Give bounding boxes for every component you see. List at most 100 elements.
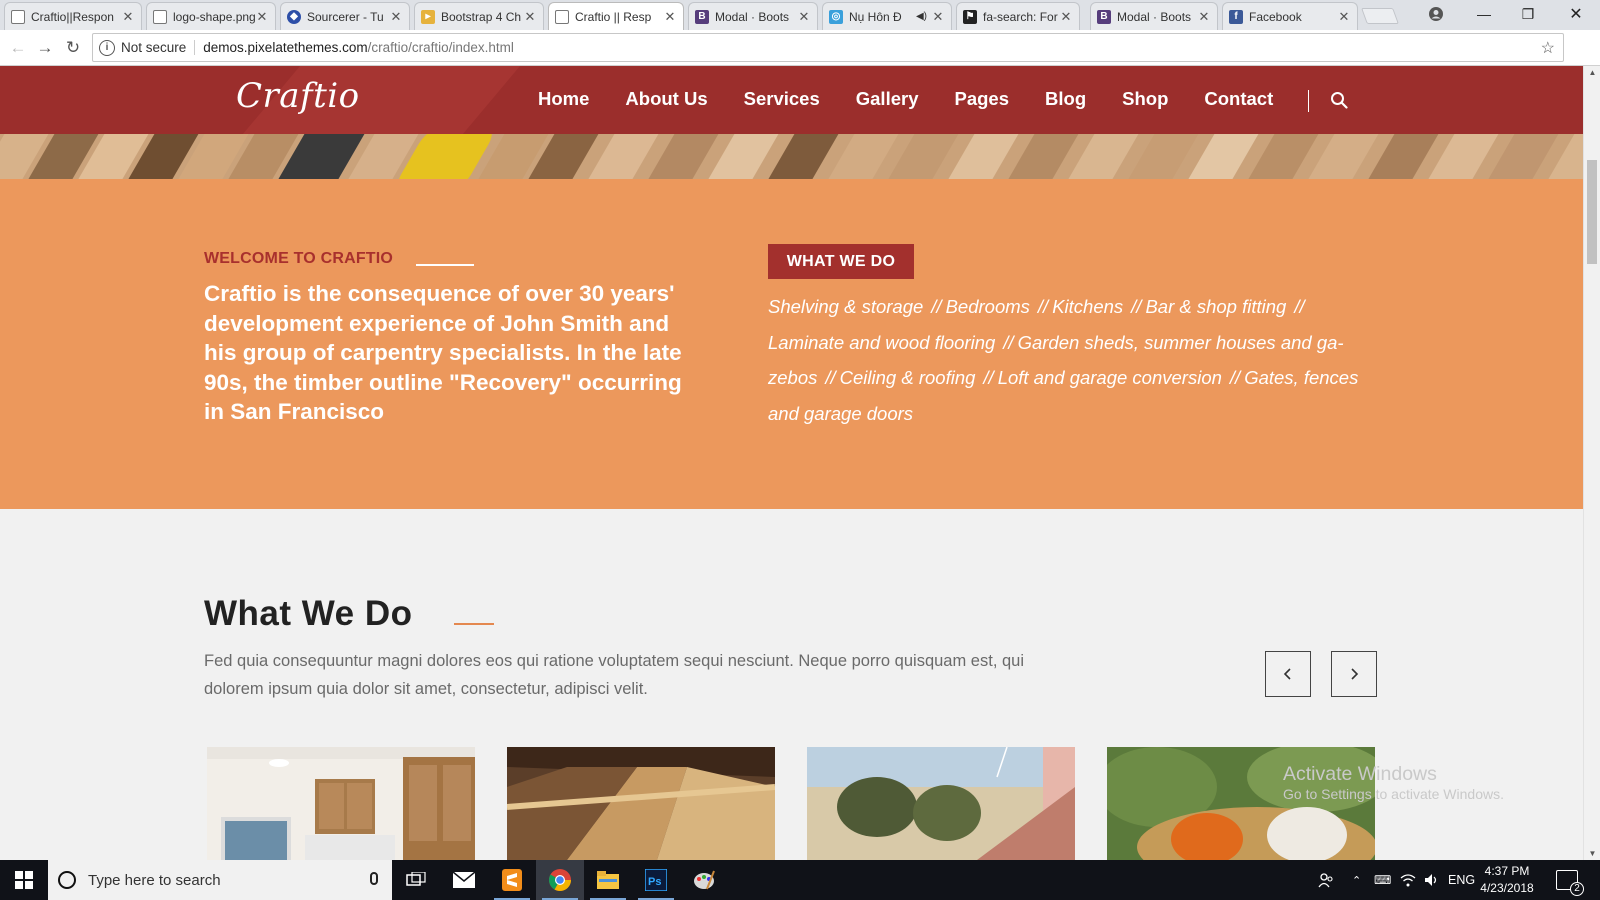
nav-blog[interactable]: Blog (1045, 88, 1086, 110)
close-tab-icon[interactable]: ✕ (523, 9, 537, 25)
close-tab-icon[interactable]: ✕ (1197, 9, 1211, 25)
bootstrap-icon: ▸ (421, 9, 435, 24)
scroll-down-icon[interactable]: ▼ (1584, 849, 1600, 858)
address-bar[interactable]: i Not secure demos.pixelatethemes.com /c… (92, 33, 1564, 62)
nav-gallery[interactable]: Gallery (856, 88, 919, 110)
chrome-icon[interactable] (536, 860, 584, 900)
task-view-icon[interactable] (392, 860, 440, 900)
carousel-next-button[interactable] (1331, 651, 1377, 697)
browser-tab-active[interactable]: Craftio || Resp ✕ (548, 2, 684, 30)
close-tab-icon[interactable]: ✕ (663, 9, 677, 25)
taskbar-search[interactable]: Type here to search (48, 860, 392, 900)
notification-count: 2 (1570, 882, 1584, 896)
separator: // (825, 367, 836, 388)
chevron-left-icon (1283, 668, 1291, 680)
separator: // (1131, 296, 1142, 317)
speaker-icon[interactable]: ◀) (916, 11, 927, 22)
site-logo[interactable]: Craftio (236, 76, 360, 116)
close-tab-icon[interactable]: ✕ (255, 9, 269, 25)
page-scrollbar[interactable]: ▲ ▼ (1583, 66, 1600, 860)
browser-tab[interactable]: ◆ Sourcerer - Tu ✕ (280, 2, 410, 30)
nav-shop[interactable]: Shop (1122, 88, 1168, 110)
zing-icon: ◎ (829, 9, 843, 24)
forward-icon[interactable]: → (33, 36, 57, 60)
nav-about-us[interactable]: About Us (625, 88, 707, 110)
section-description: Fed quia consequuntur magni dolores eos … (204, 652, 1025, 698)
service-item: Bar & shop fitting (1145, 296, 1287, 317)
nav-pages[interactable]: Pages (955, 88, 1010, 110)
scrollbar-thumb[interactable] (1587, 160, 1597, 264)
service-card-kitchen[interactable] (207, 747, 475, 860)
scroll-up-icon[interactable]: ▲ (1584, 68, 1600, 77)
section-title: What We Do (204, 594, 413, 633)
close-tab-icon[interactable]: ✕ (931, 9, 945, 25)
sublime-text-icon[interactable] (488, 860, 536, 900)
service-item: Laminate and wood flooring (768, 331, 996, 353)
profile-icon[interactable] (1416, 0, 1456, 28)
page-viewport: Craftio Home About Us Services Gallery P… (0, 66, 1583, 860)
bookmark-star-icon[interactable]: ☆ (1541, 38, 1555, 58)
clock-date: 4/23/2018 (1480, 881, 1534, 895)
browser-tab[interactable]: logo-shape.png ✕ (146, 2, 276, 30)
browser-tab[interactable]: ⚑ fa-search: For ✕ (956, 2, 1080, 30)
separator: // (1229, 367, 1241, 388)
photoshop-icon[interactable]: Ps (632, 860, 680, 900)
reload-icon[interactable]: ↻ (61, 36, 85, 60)
browser-tab[interactable]: ▸ Bootstrap 4 Ch ✕ (414, 2, 544, 30)
service-item: Kitchens (1052, 296, 1124, 317)
action-center-icon[interactable]: 2 (1556, 870, 1584, 896)
bootstrap-icon: B (1097, 9, 1111, 24)
close-tab-icon[interactable]: ✕ (121, 9, 135, 25)
nav-home[interactable]: Home (538, 88, 589, 110)
tab-title: Nụ Hôn Đ (849, 9, 902, 24)
paint-icon[interactable] (680, 860, 728, 900)
tab-title: Craftio||Respon (31, 9, 114, 24)
separator: // (983, 367, 994, 388)
carousel-prev-button[interactable] (1265, 651, 1311, 697)
chevron-right-icon (1351, 668, 1359, 680)
service-card-ceiling[interactable] (507, 747, 775, 860)
file-explorer-icon[interactable] (584, 860, 632, 900)
service-card-garden[interactable] (807, 747, 1075, 860)
close-tab-icon[interactable]: ✕ (1337, 9, 1351, 25)
browser-tab[interactable]: f Facebook ✕ (1222, 2, 1358, 30)
browser-tab[interactable]: ◎ Nụ Hôn Đ ◀) ✕ (822, 2, 952, 30)
tab-title: Modal · Boots (715, 9, 790, 24)
separator: // (931, 296, 942, 317)
input-method-icon[interactable]: ⌨ (1374, 860, 1391, 900)
url-domain: demos.pixelatethemes.com (203, 40, 368, 55)
close-tab-icon[interactable]: ✕ (797, 9, 811, 25)
language-indicator[interactable]: ENG (1448, 860, 1475, 900)
activate-windows-subtitle: Go to Settings to activate Windows. (1283, 786, 1504, 802)
back-icon[interactable]: ← (6, 36, 30, 60)
info-icon[interactable]: i (99, 39, 115, 56)
site-header: Craftio Home About Us Services Gallery P… (0, 66, 1583, 134)
close-tab-icon[interactable]: ✕ (1059, 9, 1073, 25)
people-icon[interactable] (1318, 860, 1334, 900)
browser-tab[interactable]: Craftio||Respon ✕ (4, 2, 142, 30)
restore-icon[interactable]: ❐ (1508, 0, 1548, 28)
nav-contact[interactable]: Contact (1204, 88, 1273, 110)
wifi-icon[interactable] (1400, 860, 1416, 900)
browser-toolbar: ← → ↻ i Not secure demos.pixelatethemes.… (0, 30, 1600, 93)
browser-tab[interactable]: B Modal · Boots ✕ (1090, 2, 1218, 30)
new-tab-button[interactable] (1361, 8, 1399, 24)
taskbar-clock[interactable]: 4:37 PM 4/23/2018 (1474, 863, 1540, 897)
close-window-icon[interactable]: ✕ (1556, 0, 1596, 28)
minimize-icon[interactable]: — (1464, 0, 1504, 28)
microphone-icon[interactable] (370, 872, 378, 885)
separator: // (1294, 296, 1305, 317)
sourcerer-icon: ◆ (287, 9, 301, 24)
nav-services[interactable]: Services (744, 88, 820, 110)
separator: // (1003, 331, 1014, 353)
windows-logo-icon (15, 871, 33, 889)
mail-icon[interactable] (440, 860, 488, 900)
svg-text:Ps: Ps (648, 876, 661, 888)
volume-icon[interactable] (1424, 860, 1440, 900)
browser-tab-strip: Craftio||Respon ✕ logo-shape.png ✕ ◆ Sou… (0, 0, 1600, 30)
search-icon[interactable] (1330, 91, 1348, 109)
show-hidden-icons[interactable]: ⌃ (1352, 860, 1361, 900)
browser-tab[interactable]: B Modal · Boots ✕ (688, 2, 818, 30)
start-button[interactable] (0, 860, 48, 900)
close-tab-icon[interactable]: ✕ (389, 9, 403, 25)
